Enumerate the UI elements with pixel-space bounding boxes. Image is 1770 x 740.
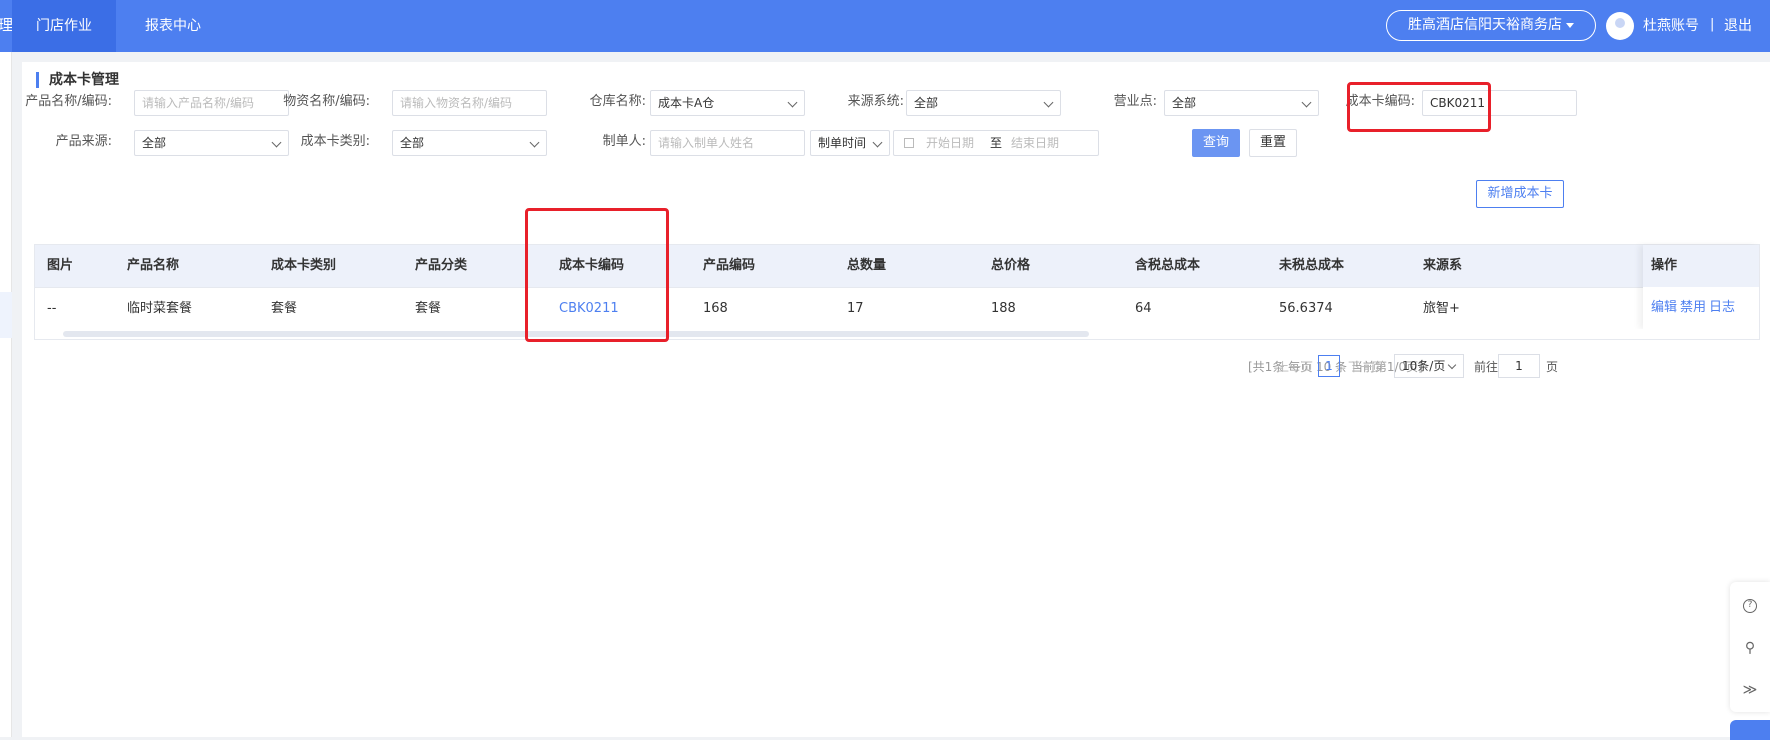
cost-card-table: 图片 产品名称 成本卡类别 产品分类 成本卡编码 产品编码 总数量 总价格 含税… (34, 244, 1760, 340)
source-value: 全部 (914, 96, 939, 110)
col-image: 图片 (47, 258, 74, 273)
row-tax-cost: 64 (1135, 301, 1152, 316)
floating-toolbar: ? ⚲ ≫ (1730, 582, 1770, 712)
page-size-value: 10条/页 (1402, 359, 1446, 373)
col-product-name: 产品名称 (127, 258, 180, 273)
logout-link[interactable]: 退出 (1724, 0, 1752, 52)
tab-report-center[interactable]: 报表中心 (121, 0, 225, 52)
row-image: -- (47, 301, 57, 316)
table-row: -- 临时菜套餐 套餐 套餐 CBK0211 168 17 188 64 56.… (35, 287, 1759, 329)
col-quantity: 总数量 (847, 258, 887, 273)
page-number[interactable]: 1 (1318, 355, 1340, 377)
outlet-label: 营业点: (1113, 94, 1157, 109)
creator-input[interactable]: 请输入制单人姓名 (650, 130, 805, 156)
avatar[interactable] (1606, 12, 1634, 40)
ops-header: 操作 (1643, 245, 1759, 287)
prev-page-button[interactable]: 上一页 (1277, 356, 1313, 378)
row-source: 旅智+ (1423, 301, 1460, 316)
outlet-select[interactable]: 全部 (1164, 90, 1319, 116)
row-quantity: 17 (847, 301, 864, 316)
date-end[interactable]: 结束日期 (1011, 131, 1059, 155)
operations-column: 操作 编辑 禁用 日志 (1643, 245, 1759, 329)
col-card-type: 成本卡类别 (271, 258, 337, 273)
caret-down-icon (1566, 22, 1574, 28)
warehouse-value: 成本卡A仓 (658, 96, 715, 110)
origin-label: 产品来源: (55, 134, 112, 149)
link-button[interactable]: ⚲ (1730, 628, 1770, 668)
col-source: 来源系 (1423, 258, 1463, 273)
card-type-label: 成本卡类别: (300, 134, 370, 149)
chevron-down-icon (872, 137, 883, 148)
table-header: 图片 产品名称 成本卡类别 产品分类 成本卡编码 产品编码 总数量 总价格 含税… (35, 245, 1759, 287)
date-range-picker[interactable]: 开始日期 至 结束日期 (893, 130, 1099, 156)
next-page-button[interactable]: 下一页 (1348, 356, 1384, 378)
col-tax-cost: 含税总成本 (1135, 258, 1201, 273)
add-cost-card-button[interactable]: 新增成本卡 (1476, 180, 1564, 208)
reset-button[interactable]: 重置 (1249, 129, 1297, 157)
product-label: 产品名称/编码: (25, 94, 112, 109)
outlet-value: 全部 (1172, 96, 1197, 110)
col-category: 产品分类 (415, 258, 468, 273)
material-label: 物资名称/编码: (283, 94, 370, 109)
nav-separator: | (1710, 17, 1715, 32)
material-input[interactable]: 请输入物资名称/编码 (392, 90, 547, 116)
row-card-type: 套餐 (271, 301, 298, 316)
horizontal-scrollbar[interactable] (35, 329, 1759, 339)
date-range-separator: 至 (990, 136, 1003, 150)
edit-link[interactable]: 编辑 (1651, 287, 1677, 329)
row-product-code: 168 (703, 301, 728, 316)
row-price: 188 (991, 301, 1016, 316)
tab-store-operations[interactable]: 门店作业 (12, 0, 116, 52)
store-name: 胜高酒店信阳天裕商务店 (1408, 17, 1562, 33)
warehouse-select[interactable]: 成本卡A仓 (650, 90, 805, 116)
row-product-name: 临时菜套餐 (127, 301, 193, 316)
time-type-select[interactable]: 制单时间 (810, 130, 890, 156)
source-select[interactable]: 全部 (906, 90, 1061, 116)
calendar-icon (904, 138, 914, 148)
col-notax-cost: 未税总成本 (1279, 258, 1345, 273)
left-sidebar-edge (0, 52, 12, 737)
page-title: 成本卡管理 (36, 72, 119, 88)
time-type-value: 制单时间 (818, 136, 867, 150)
chat-tab[interactable] (1730, 720, 1770, 740)
collapse-button[interactable]: ≫ (1730, 670, 1770, 710)
col-operations: 操作 (1651, 258, 1678, 273)
chevron-down-icon (1447, 360, 1457, 370)
card-type-value: 全部 (400, 136, 425, 150)
link-icon: ⚲ (1744, 640, 1756, 656)
row-notax-cost: 56.6374 (1279, 301, 1333, 316)
double-chevron-right-icon: ≫ (1742, 682, 1758, 698)
query-button[interactable]: 查询 (1192, 129, 1240, 157)
user-name[interactable]: 杜燕账号 (1643, 0, 1699, 52)
store-selector[interactable]: 胜高酒店信阳天裕商务店 (1386, 10, 1596, 41)
card-type-select[interactable]: 全部 (392, 130, 547, 156)
goto-suffix: 页 (1546, 360, 1559, 374)
highlight-card-code-column (525, 208, 669, 342)
warehouse-label: 仓库名称: (589, 94, 646, 109)
top-nav: 理 门店作业 报表中心 胜高酒店信阳天裕商务店 杜燕账号 | 退出 (0, 0, 1770, 52)
help-icon: ? (1743, 599, 1757, 613)
main-panel: 成本卡管理 产品名称/编码: 请输入产品名称/编码 物资名称/编码: 请输入物资… (22, 62, 1770, 737)
disable-link[interactable]: 禁用 (1680, 287, 1706, 329)
page-size-select[interactable]: 10条/页 (1394, 354, 1464, 378)
goto-page-input[interactable]: 1 (1498, 354, 1540, 378)
source-label: 来源系统: (847, 94, 904, 109)
creator-label: 制单人: (602, 134, 646, 149)
col-product-code: 产品编码 (703, 258, 756, 273)
sidebar-active-marker (0, 292, 12, 338)
date-start[interactable]: 开始日期 (926, 131, 974, 155)
help-button[interactable]: ? (1730, 586, 1770, 626)
origin-value: 全部 (142, 136, 167, 150)
highlight-card-code-filter (1347, 82, 1491, 132)
col-price: 总价格 (991, 258, 1031, 273)
log-link[interactable]: 日志 (1709, 287, 1735, 329)
goto-label: 前往 (1474, 360, 1499, 374)
row-category: 套餐 (415, 301, 442, 316)
